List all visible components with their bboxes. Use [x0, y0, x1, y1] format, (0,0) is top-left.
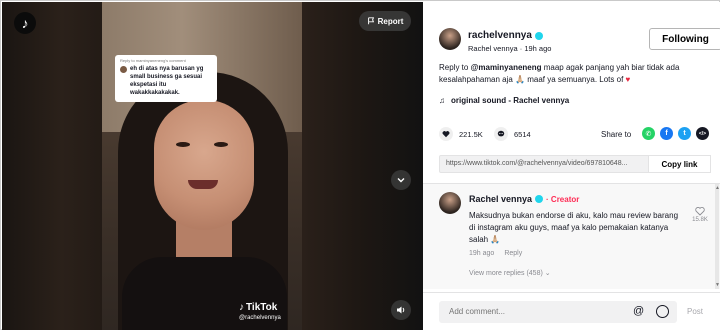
- creator-badge: · Creator: [546, 194, 580, 204]
- facebook-share-icon[interactable]: f: [660, 127, 673, 140]
- comment-avatar[interactable]: [439, 192, 461, 214]
- author-nickname: Rachel vennya: [468, 44, 518, 53]
- video-blur-left: [2, 2, 102, 330]
- reply-comment-avatar: [120, 66, 127, 73]
- music-label: original sound - Rachel vennya: [451, 96, 570, 105]
- comment-like-button[interactable]: 15.8K: [689, 206, 711, 223]
- description-prefix: Reply to: [439, 63, 471, 72]
- video-description: Reply to @maminyaneneng maap agak panjan…: [439, 62, 711, 86]
- flag-icon: [367, 17, 374, 25]
- chevron-down-icon: [397, 178, 405, 183]
- reply-comment-text: eh di atas nya barusan yg small business…: [130, 66, 204, 96]
- post-button[interactable]: Post: [687, 307, 703, 316]
- reply-comment-sticker: Reply to maminyaneneng's comment eh di a…: [115, 55, 217, 102]
- comment-list: Rachel vennya · Creator Maksudnya bukan …: [423, 184, 720, 289]
- video-person-eye-right: [214, 142, 228, 147]
- comment-composer: @ Post: [423, 292, 720, 330]
- author-avatar[interactable]: [439, 28, 461, 50]
- like-count: 221.5K: [459, 129, 483, 139]
- comment-text: Maksudnya bukan endorse di aku, kalo mau…: [469, 211, 679, 244]
- copy-link-button[interactable]: Copy link: [649, 155, 711, 173]
- verified-badge-icon: [535, 195, 544, 203]
- details-panel: rachelvennya Rachel vennya · 19h ago Fol…: [423, 2, 720, 330]
- post-time: 19h ago: [524, 44, 552, 53]
- tiktok-watermark: ♪ TikTok @rachelvennya: [239, 302, 281, 321]
- music-link[interactable]: ♫ original sound - Rachel vennya: [439, 96, 569, 105]
- watermark-logo-icon: ♪: [239, 302, 244, 313]
- video-player[interactable]: ♪ Report Reply to maminyaneneng's commen…: [2, 2, 423, 330]
- more-replies-label: View more replies (458): [469, 270, 543, 277]
- comment-like-count: 15.8K: [692, 217, 708, 223]
- emoji-icon[interactable]: [656, 305, 669, 318]
- music-note-icon: ♫: [439, 96, 445, 105]
- heart-icon: [439, 127, 453, 141]
- copy-link-row: https://www.tiktok.com/@rachelvennya/vid…: [439, 155, 711, 173]
- comment-author[interactable]: Rachel vennya: [469, 194, 532, 204]
- video-person-eye-left: [176, 142, 190, 147]
- watermark-user: @rachelvennya: [239, 315, 281, 321]
- following-button[interactable]: Following: [649, 28, 720, 50]
- video-blur-right: [302, 2, 423, 330]
- view-more-replies[interactable]: View more replies (458) ⌄: [469, 269, 551, 277]
- report-label: Report: [377, 16, 404, 26]
- chevron-down-icon: ⌄: [544, 270, 551, 277]
- scroll-down-icon[interactable]: ▼: [715, 282, 720, 288]
- volume-button[interactable]: [391, 300, 411, 320]
- author-row: rachelvennya Rachel vennya · 19h ago Fol…: [439, 28, 720, 56]
- verified-badge-icon: [534, 31, 543, 40]
- embed-share-icon[interactable]: </>: [696, 127, 709, 140]
- report-button[interactable]: Report: [359, 11, 411, 31]
- reply-button[interactable]: Reply: [504, 250, 522, 257]
- video-person-mouth: [188, 180, 218, 189]
- comments-scrollbar[interactable]: [715, 184, 719, 289]
- author-username[interactable]: rachelvennya: [468, 30, 532, 41]
- comment-stat[interactable]: 6514: [494, 127, 531, 141]
- tiktok-logo-icon[interactable]: ♪: [14, 12, 36, 34]
- twitter-share-icon[interactable]: t: [678, 127, 691, 140]
- engagement-bar: 221.5K 6514 Share to ✆ f t </>: [439, 127, 711, 143]
- window-frame: ♪ Report Reply to maminyaneneng's commen…: [0, 0, 720, 330]
- scroll-up-icon[interactable]: ▲: [715, 185, 720, 191]
- next-video-button[interactable]: [391, 170, 411, 190]
- mention-button[interactable]: @: [633, 305, 644, 317]
- whatsapp-share-icon[interactable]: ✆: [642, 127, 655, 140]
- heart-outline-icon: [695, 207, 705, 216]
- reply-comment-header: Reply to maminyaneneng's comment: [120, 58, 186, 63]
- description-mention[interactable]: @maminyaneneng: [471, 63, 542, 72]
- volume-icon: [397, 306, 405, 314]
- share-label: Share to: [601, 130, 632, 139]
- like-stat[interactable]: 221.5K: [439, 127, 483, 141]
- comment-time: 19h ago: [469, 250, 495, 257]
- video-frame[interactable]: [102, 2, 302, 330]
- heart-emoji-icon: ♥: [625, 75, 631, 84]
- comment-count: 6514: [514, 129, 531, 139]
- video-person-face: [154, 100, 254, 230]
- comment-icon: [494, 127, 508, 141]
- video-url-field[interactable]: https://www.tiktok.com/@rachelvennya/vid…: [439, 155, 649, 173]
- watermark-brand: TikTok: [246, 302, 278, 313]
